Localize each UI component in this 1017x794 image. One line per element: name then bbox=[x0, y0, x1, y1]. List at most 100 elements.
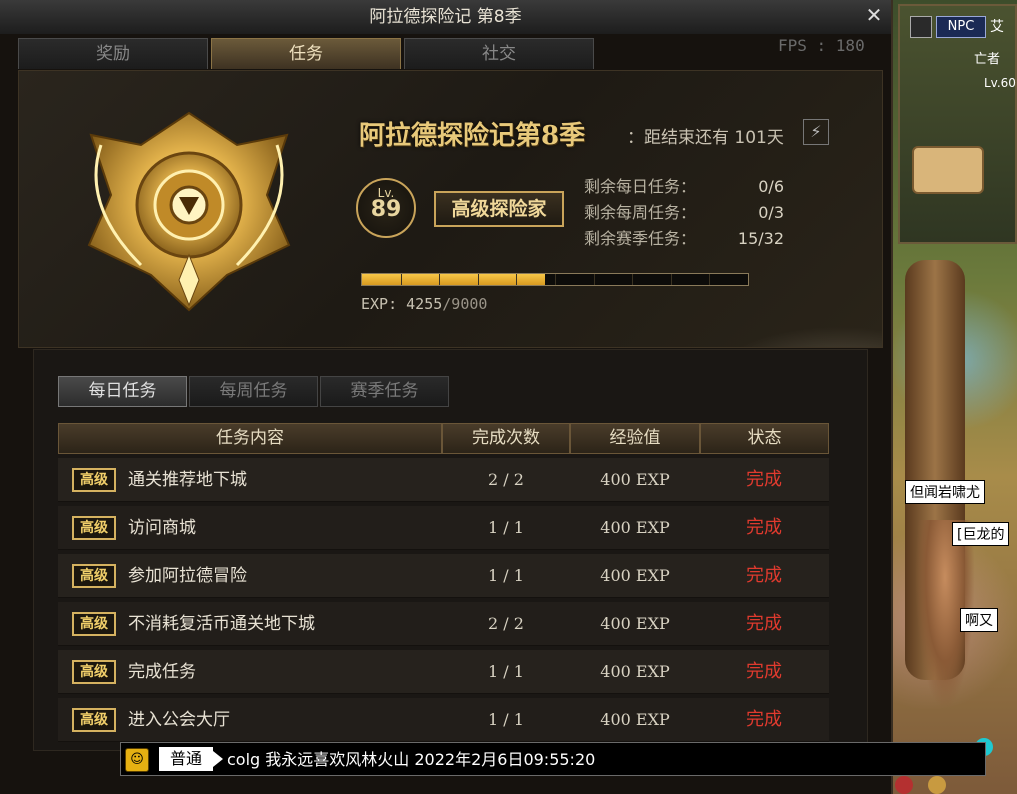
remaining-tasks: 剩余每日任务： 0/6 剩余每周任务： 0/3 剩余赛季任务： 15/32 bbox=[584, 174, 784, 252]
column-exp: 经验值 bbox=[570, 423, 700, 454]
task-count: 1 / 1 bbox=[488, 662, 524, 681]
exp-label: EXP: bbox=[361, 295, 398, 313]
task-exp: 400 EXP bbox=[600, 566, 670, 585]
difficulty-tag: 高级 bbox=[72, 564, 116, 588]
task-count: 2 / 2 bbox=[488, 470, 524, 489]
npc-level: Lv.60 bbox=[984, 76, 1016, 90]
chat-bar: ☺ 普通 bbox=[120, 742, 986, 776]
difficulty-tag: 高级 bbox=[72, 468, 116, 492]
task-status: 完成 bbox=[746, 565, 782, 586]
task-count: 1 / 1 bbox=[488, 710, 524, 729]
task-status: 完成 bbox=[746, 709, 782, 730]
table-row[interactable]: 高级 通关推荐地下城 2 / 2 400 EXP 完成 bbox=[58, 458, 829, 502]
task-status: 完成 bbox=[746, 469, 782, 490]
difficulty-tag: 高级 bbox=[72, 708, 116, 732]
task-name: 参加阿拉德冒险 bbox=[128, 566, 247, 586]
tab-rewards[interactable]: 奖励 bbox=[18, 38, 208, 69]
table-row[interactable]: 高级 完成任务 1 / 1 400 EXP 完成 bbox=[58, 650, 829, 694]
exp-segment-divider bbox=[670, 274, 672, 285]
column-completion-count: 完成次数 bbox=[442, 423, 570, 454]
task-count: 1 / 1 bbox=[488, 566, 524, 585]
remaining-label: 剩余每日任务： bbox=[584, 177, 697, 196]
fps-counter: FPS : 180 bbox=[778, 36, 865, 55]
season-emblem-icon bbox=[87, 111, 291, 312]
task-panel: 每日任务 每周任务 赛季任务 任务内容 完成次数 经验值 状态 高级 通关推荐地下… bbox=[33, 349, 868, 751]
exp-max: /9000 bbox=[442, 295, 488, 313]
npc-subtitle: 亡者 bbox=[974, 52, 1001, 67]
quickslot-icon[interactable] bbox=[928, 776, 946, 794]
tab-daily-tasks[interactable]: 每日任务 bbox=[58, 376, 187, 407]
task-status: 完成 bbox=[746, 661, 782, 682]
task-name: 进入公会大厅 bbox=[128, 710, 230, 730]
task-status: 完成 bbox=[746, 517, 782, 538]
season-header: 阿拉德探险记第8季 ：距结束还有 101天 ⚡ Lv. 89 高级探险家 剩余每… bbox=[18, 70, 883, 348]
time-remaining: ：距结束还有 101天 bbox=[627, 128, 784, 148]
map-scroll-icon bbox=[912, 146, 984, 194]
exp-segment-divider bbox=[709, 274, 711, 285]
task-table-header: 任务内容 完成次数 经验值 状态 bbox=[58, 423, 829, 454]
remaining-daily: 剩余每日任务： 0/6 bbox=[584, 174, 784, 200]
chat-channel-button[interactable]: 普通 bbox=[159, 747, 213, 771]
emoji-icon[interactable]: ☺ bbox=[125, 748, 149, 772]
task-name: 不消耗复活币通关地下城 bbox=[128, 614, 315, 634]
rank-badge: 高级探险家 bbox=[434, 191, 564, 227]
table-row[interactable]: 高级 不消耗复活币通关地下城 2 / 2 400 EXP 完成 bbox=[58, 602, 829, 646]
remaining-season: 剩余赛季任务： 15/32 bbox=[584, 226, 784, 252]
difficulty-tag: 高级 bbox=[72, 612, 116, 636]
npc-name: 艾 bbox=[990, 19, 1004, 35]
level-badge: Lv. 89 bbox=[356, 178, 416, 238]
task-count: 1 / 1 bbox=[488, 518, 524, 537]
exp-segment-divider bbox=[632, 274, 634, 285]
level-value: 89 bbox=[370, 197, 402, 222]
remaining-label: 剩余赛季任务： bbox=[584, 229, 697, 248]
exp-current: 4255 bbox=[406, 295, 443, 313]
task-exp: 400 EXP bbox=[600, 662, 670, 681]
npc-speech-bubble: 但闻岩啸尤 bbox=[905, 480, 985, 504]
lightning-icon[interactable]: ⚡ bbox=[803, 119, 829, 145]
task-exp: 400 EXP bbox=[600, 518, 670, 537]
npc-speech-bubble: 啊又 bbox=[960, 608, 998, 632]
exp-segment-divider bbox=[516, 274, 518, 285]
tab-social[interactable]: 社交 bbox=[404, 38, 594, 69]
remaining-value: 0/6 bbox=[758, 177, 784, 196]
exp-segment-divider bbox=[477, 274, 479, 285]
column-status: 状态 bbox=[700, 423, 829, 454]
tab-weekly-tasks[interactable]: 每周任务 bbox=[189, 376, 318, 407]
exp-progress-bar bbox=[361, 273, 749, 286]
close-icon[interactable]: ✕ bbox=[863, 4, 885, 26]
table-row[interactable]: 高级 参加阿拉德冒险 1 / 1 400 EXP 完成 bbox=[58, 554, 829, 598]
minimap[interactable]: NPC 艾 亡者 Lv.60 bbox=[898, 4, 1017, 244]
task-name: 完成任务 bbox=[128, 662, 196, 682]
exp-segment-divider bbox=[555, 274, 556, 285]
window-title: 阿拉德探险记 第8季 bbox=[0, 0, 891, 34]
tab-tasks[interactable]: 任务 bbox=[211, 38, 401, 69]
table-row[interactable]: 高级 访问商城 1 / 1 400 EXP 完成 bbox=[58, 506, 829, 550]
difficulty-tag: 高级 bbox=[72, 516, 116, 540]
task-status: 完成 bbox=[746, 613, 782, 634]
channel-arrow-icon bbox=[213, 751, 223, 767]
quickslot-icon[interactable] bbox=[895, 776, 913, 794]
npc-speech-bubble: [巨龙的 bbox=[952, 522, 1010, 546]
task-count: 2 / 2 bbox=[488, 614, 524, 633]
task-exp: 400 EXP bbox=[600, 614, 670, 633]
chat-input[interactable] bbox=[225, 747, 969, 773]
adventure-window: 阿拉德探险记 第8季 ✕ FPS : 180 奖励 任务 社交 阿拉德探险记第8… bbox=[0, 0, 893, 794]
task-exp: 400 EXP bbox=[600, 710, 670, 729]
difficulty-tag: 高级 bbox=[72, 660, 116, 684]
exp-segment-divider bbox=[439, 274, 441, 285]
exp-segment-divider bbox=[593, 274, 595, 285]
exp-readout: EXP: 4255/9000 bbox=[361, 295, 487, 313]
table-row[interactable]: 高级 进入公会大厅 1 / 1 400 EXP 完成 bbox=[58, 698, 829, 742]
task-name: 通关推荐地下城 bbox=[128, 470, 247, 490]
minimap-toggle-button[interactable] bbox=[910, 16, 932, 38]
remaining-weekly: 剩余每周任务： 0/3 bbox=[584, 200, 784, 226]
tab-season-tasks[interactable]: 赛季任务 bbox=[320, 376, 449, 407]
task-exp: 400 EXP bbox=[600, 470, 670, 489]
remaining-value: 0/3 bbox=[758, 203, 784, 222]
remaining-value: 15/32 bbox=[737, 229, 784, 248]
season-title: 阿拉德探险记第8季 bbox=[359, 121, 586, 151]
column-task-content: 任务内容 bbox=[58, 423, 442, 454]
task-name: 访问商城 bbox=[128, 518, 196, 538]
npc-button[interactable]: NPC bbox=[936, 16, 986, 38]
exp-segment-divider bbox=[400, 274, 402, 285]
